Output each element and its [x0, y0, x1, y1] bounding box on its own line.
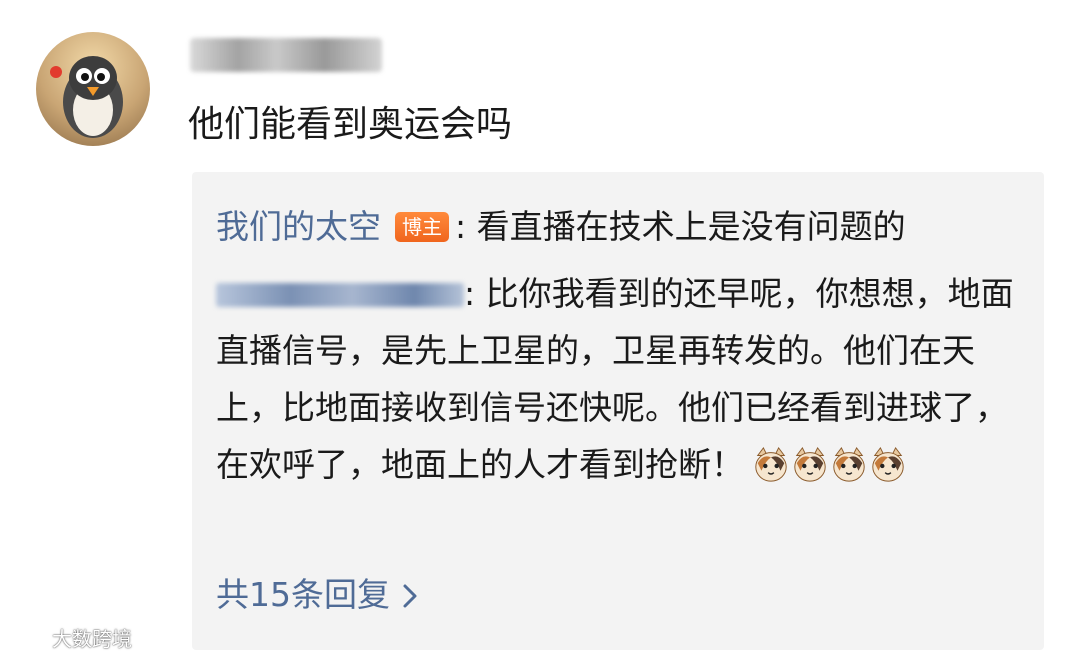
- blurred-reply-author-name[interactable]: [216, 283, 464, 307]
- comment-text: 他们能看到奥运会吗: [188, 104, 513, 145]
- reply-item: : 比你我看到的还早呢，你想想，地面直播信号，是先上卫星的，卫星再转发的。他们在…: [216, 265, 1016, 501]
- penguin-avatar-image: [50, 56, 123, 138]
- cat-face-emoji-icon: [755, 447, 787, 482]
- emoji-group: [752, 444, 908, 501]
- watermark: 大数跨境: [10, 626, 132, 652]
- blurred-username[interactable]: [190, 38, 382, 72]
- user-avatar[interactable]: [36, 32, 150, 146]
- reply-item: 我们的太空 博主: 看直播在技术上是没有问题的: [216, 198, 1016, 255]
- view-more-replies-link[interactable]: 共15条回复: [216, 572, 418, 618]
- reply-author-name[interactable]: 我们的太空: [216, 207, 381, 246]
- cat-face-emoji-icon: [833, 447, 865, 482]
- watermark-logo-icon: [11, 629, 47, 649]
- watermark-text: 大数跨境: [52, 627, 132, 651]
- cat-face-emoji-icon: [872, 447, 904, 482]
- chevron-right-icon: [403, 584, 417, 608]
- view-more-label: 共15条回复: [216, 575, 390, 614]
- cat-face-emoji-icon: [794, 447, 826, 482]
- author-badge: 博主: [395, 212, 449, 242]
- reply-text: : 看直播在技术上是没有问题的: [455, 207, 906, 246]
